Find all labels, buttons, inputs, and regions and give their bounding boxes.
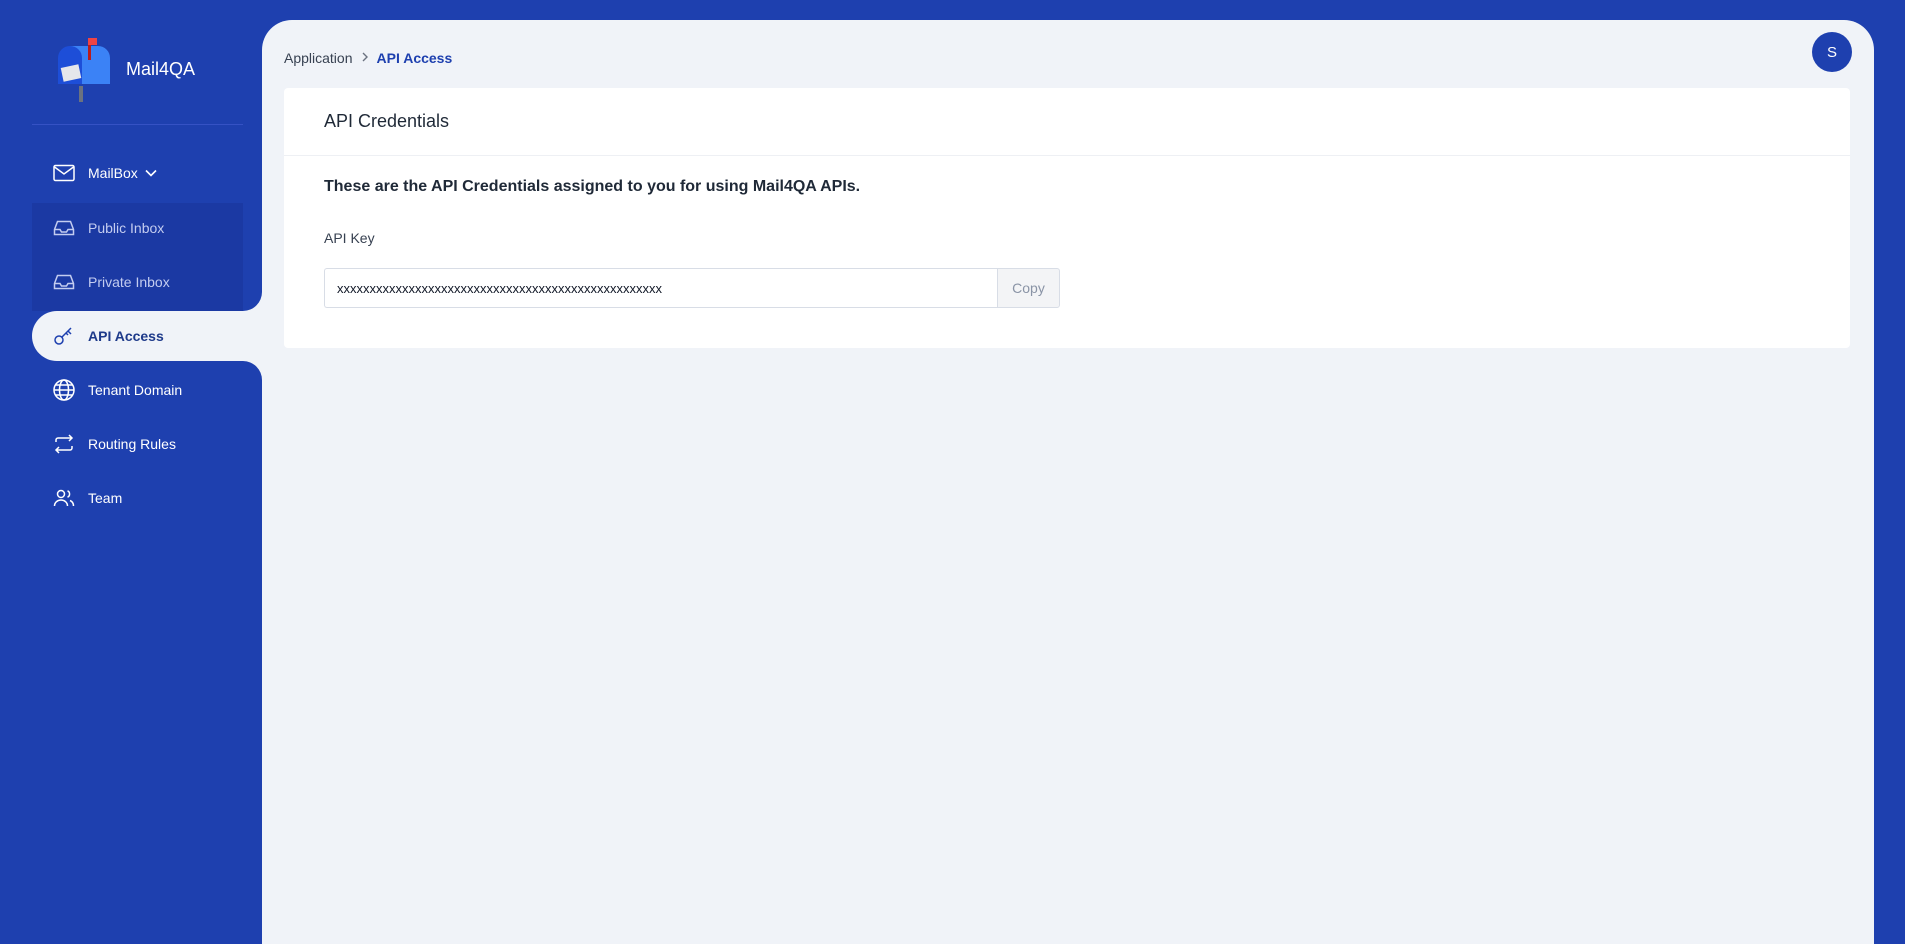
chevron-down-icon [144,166,158,180]
sidebar-item-label: Public Inbox [88,220,165,236]
app-name: Mail4QA [126,58,196,79]
chevron-right-icon [361,51,369,65]
sidebar-item-label: Tenant Domain [88,382,183,398]
api-key-input[interactable] [324,268,997,308]
api-key-label: API Key [324,230,375,246]
copy-button[interactable]: Copy [997,268,1060,308]
api-credentials-card: API Credentials These are the API Creden… [284,88,1850,348]
arrows-icon [52,432,76,456]
card-intro-text: These are the API Credentials assigned t… [324,178,861,195]
sidebar-item-label: Routing Rules [88,436,176,452]
sidebar: Mail4QA MailBox Public Inbox Private Inb… [0,0,294,944]
mailbox-logo-icon [54,36,116,102]
sidebar-item-private-inbox[interactable]: Private Inbox [32,255,262,309]
sidebar-item-public-inbox[interactable]: Public Inbox [32,201,262,255]
inbox-icon [52,216,76,240]
main-content: Application API Access S API Credentials… [262,20,1874,944]
inbox-icon [52,270,76,294]
sidebar-item-team[interactable]: Team [32,471,262,525]
sidebar-item-tenant-domain[interactable]: Tenant Domain [32,363,262,417]
sidebar-item-mailbox[interactable]: MailBox [32,146,262,200]
user-avatar[interactable]: S [1812,32,1852,72]
sidebar-corner-bottom [243,361,262,380]
mail-icon [52,161,76,185]
sidebar-item-routing-rules[interactable]: Routing Rules [32,417,262,471]
breadcrumb-parent[interactable]: Application [284,50,353,66]
sidebar-item-label: MailBox [88,165,138,181]
sidebar-item-label: API Access [88,328,164,344]
api-key-input-group: Copy [324,268,1060,308]
logo[interactable]: Mail4QA [54,36,195,102]
sidebar-item-label: Team [88,490,123,506]
sidebar-item-api-access[interactable]: API Access [32,309,262,363]
card-title: API Credentials [284,88,1850,156]
key-icon [52,324,76,348]
sidebar-divider [32,124,243,125]
sidebar-corner-top [243,292,262,311]
globe-icon [52,378,76,402]
breadcrumb: Application API Access [284,50,452,66]
users-icon [52,486,76,510]
sidebar-item-label: Private Inbox [88,274,170,290]
breadcrumb-current: API Access [376,50,453,66]
